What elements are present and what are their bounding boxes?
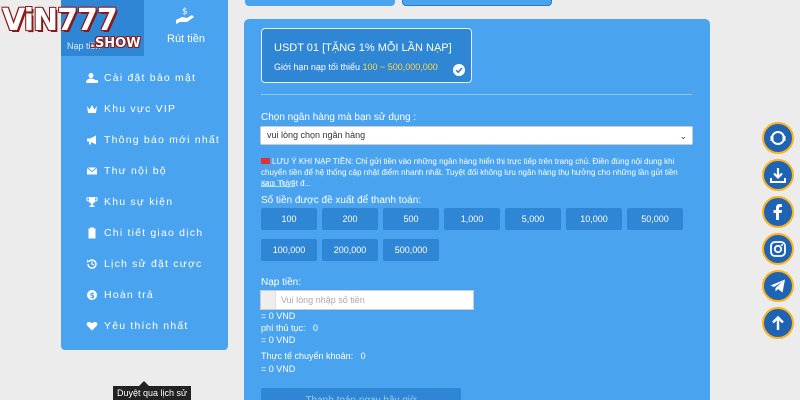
amount-button[interactable]: 1,000 — [444, 208, 500, 230]
sidebar-item-rebate[interactable]: $ Hoàn trả — [61, 279, 228, 310]
input-prefix — [261, 291, 276, 309]
scroll-top-icon — [772, 315, 784, 330]
deposit-amount-field — [260, 290, 474, 310]
sidebar-item-label: Thư nội bộ — [104, 164, 167, 177]
actual-transfer-vnd: = 0 VND — [261, 364, 296, 374]
sidebar-item-vip[interactable]: Khu vực VIP — [61, 93, 228, 124]
actual-transfer-row: Thực tế chuyển khoản: 0 — [261, 351, 366, 361]
support-icon — [770, 131, 786, 145]
svg-text:$: $ — [182, 7, 188, 17]
sidebar-item-transactions[interactable]: Chi tiết giao dịch — [61, 217, 228, 248]
amount-button[interactable]: 200,000 — [322, 239, 378, 261]
telegram-button[interactable] — [762, 270, 794, 302]
fee-vnd: = 0 VND — [261, 335, 296, 345]
fee-row: phí thủ tục: 0 — [261, 323, 318, 333]
dollar-circle-icon: $ — [86, 289, 98, 301]
amount-button[interactable]: 10,000 — [566, 208, 622, 230]
history-icon — [86, 258, 98, 270]
instagram-icon — [770, 241, 786, 257]
telegram-icon — [770, 279, 785, 293]
deposit-amount-label: Nạp tiền: — [261, 277, 302, 288]
deposit-notice-text: LƯU Ý KHI NẠP TIỀN: Chỉ gửi tiền vào nhữ… — [261, 157, 678, 188]
limit-prefix: Giới hạn nạp tối thiểu — [274, 62, 360, 72]
sidebar-item-label: Lịch sử đặt cược — [104, 257, 203, 270]
download-button[interactable] — [762, 159, 794, 191]
heart-icon — [86, 320, 98, 332]
sidebar-item-security[interactable]: Cài đặt bảo mật — [61, 62, 228, 93]
payment-method-title: USDT 01 [TẶNG 1% MỖI LẦN NẠP] — [274, 42, 452, 54]
sidebar-menu: Cài đặt bảo mật Khu vực VIP Thông báo mớ… — [61, 62, 228, 341]
sidebar-item-inbox[interactable]: Thư nội bộ — [61, 155, 228, 186]
pay-now-button[interactable]: Thanh toán ngay bây giờ — [261, 388, 461, 400]
sidebar-item-favorites[interactable]: Yêu thích nhất — [61, 310, 228, 341]
deposit-amount-input[interactable] — [281, 293, 466, 307]
bank-select-value: vui lòng chọn ngân hàng — [267, 130, 366, 140]
sidebar-item-label: Hoàn trả — [104, 288, 154, 301]
sidebar-item-events[interactable]: Khu sự kiện — [61, 186, 228, 217]
deposit-panel: USDT 01 [TẶNG 1% MỖI LẦN NẠP] Giới hạn n… — [244, 19, 710, 400]
sidebar-item-bet-history[interactable]: Lịch sử đặt cược — [61, 248, 228, 279]
chevron-down-icon: ⌄ — [679, 131, 687, 141]
amount-button[interactable]: 100 — [261, 208, 317, 230]
fee-label: phí thủ tục: — [261, 323, 306, 333]
actual-transfer-label: Thực tế chuyển khoản: — [261, 351, 354, 361]
withdraw-icon: $ — [176, 7, 194, 24]
megaphone-icon — [86, 134, 98, 146]
support-button[interactable] — [762, 122, 794, 154]
suggested-amounts-label: Số tiền được đề xuất để thanh toán: — [261, 195, 422, 206]
bank-select[interactable]: vui lòng chọn ngân hàng ⌄ — [260, 126, 693, 145]
amount-button[interactable]: 500,000 — [383, 239, 439, 261]
crown-icon — [86, 103, 98, 115]
sidebar-item-label: Khu sự kiện — [104, 195, 174, 208]
top-tab-1[interactable] — [245, 0, 395, 6]
sidebar-item-label: Khu vực VIP — [104, 102, 177, 115]
sidebar-item-announcements[interactable]: Thông báo mới nhất — [61, 124, 228, 155]
check-icon — [453, 64, 465, 76]
amount-button[interactable]: 5,000 — [505, 208, 561, 230]
bank-select-label: Chọn ngân hàng mà bạn sử dụng : — [261, 112, 417, 123]
user-lock-icon — [86, 72, 98, 84]
amount-button[interactable]: 500 — [383, 208, 439, 230]
fee-value: 0 — [313, 323, 319, 333]
download-icon — [770, 168, 786, 183]
instagram-button[interactable] — [762, 233, 794, 265]
sidebar-item-label: Chi tiết giao dịch — [104, 226, 204, 239]
trophy-icon — [86, 196, 98, 208]
mail-icon — [86, 165, 98, 177]
logo-suffix-text: .SHOW — [90, 36, 141, 51]
amount-button[interactable]: 50,000 — [627, 208, 683, 230]
deposit-notice: LƯU Ý KHI NẠP TIỀN: Chỉ gửi tiền vào nhữ… — [261, 156, 693, 189]
facebook-icon — [773, 204, 782, 220]
scroll-top-button[interactable] — [762, 307, 794, 339]
amount-button[interactable]: 200 — [322, 208, 378, 230]
see-more-link[interactable]: Xem Thêm — [261, 180, 295, 187]
sidebar-item-label: Thông báo mới nhất — [104, 133, 221, 146]
browse-history-tooltip: Duyệt qua lịch sử — [113, 381, 192, 400]
sidebar-item-label: Cài đặt bảo mật — [104, 71, 197, 84]
amount-button[interactable]: 100,000 — [261, 239, 317, 261]
actual-transfer-value: 0 — [360, 351, 366, 361]
brand-logo[interactable]: ViN777 .SHOW — [2, 3, 142, 53]
tab-withdraw-label: Rút tiền — [167, 33, 205, 45]
payment-method-limit: Giới hạn nạp tối thiểu 100 ~ 500,000,000 — [274, 62, 438, 72]
payment-method-card[interactable]: USDT 01 [TẶNG 1% MỖI LẦN NẠP] Giới hạn n… — [261, 28, 472, 83]
facebook-button[interactable] — [762, 196, 794, 228]
limit-value: 100 ~ 500,000,000 — [362, 62, 438, 72]
tab-withdraw[interactable]: $ Rút tiền — [144, 0, 228, 56]
warning-flag-icon — [261, 158, 270, 164]
divider — [261, 94, 692, 95]
clipboard-icon — [86, 227, 98, 239]
deposit-vnd: = 0 VND — [261, 311, 296, 321]
logo-brand-text: ViN777 — [2, 3, 118, 38]
svg-text:$: $ — [90, 291, 96, 300]
sidebar-item-label: Yêu thích nhất — [104, 319, 189, 332]
top-tab-2[interactable] — [402, 0, 552, 6]
